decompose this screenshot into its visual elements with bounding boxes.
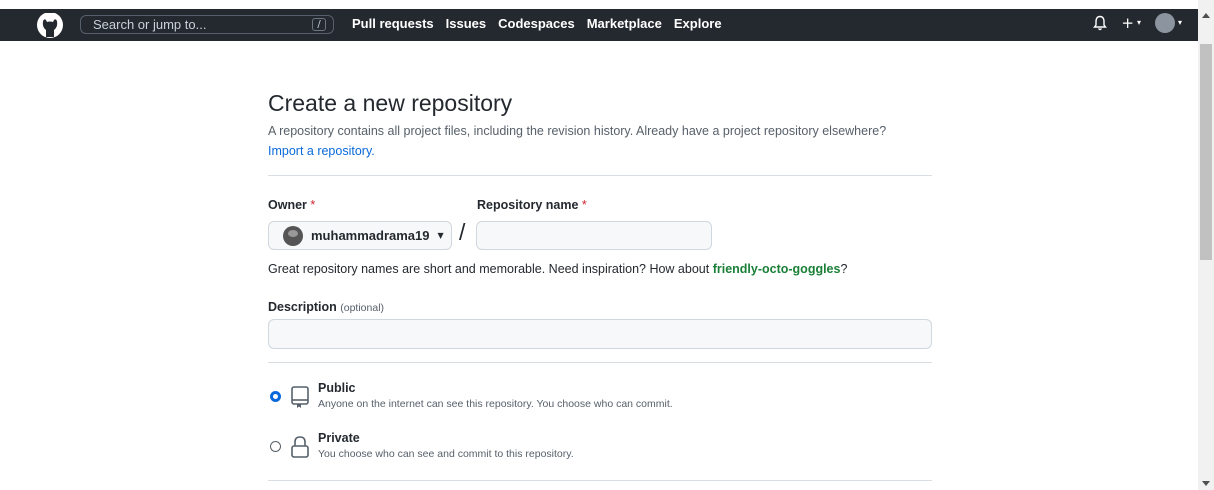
subtitle-text: A repository contains all project files,… <box>268 124 887 138</box>
optional-hint: (optional) <box>340 302 385 314</box>
scrollbar[interactable] <box>1198 0 1214 490</box>
description-input[interactable] <box>268 319 932 349</box>
required-mark: * <box>581 198 587 212</box>
scroll-up-arrow[interactable] <box>1202 13 1210 18</box>
owner-repo-separator: / <box>459 219 466 245</box>
suggestion-end: ? <box>840 262 848 276</box>
owner-label-text: Owner <box>268 198 307 212</box>
nav-codespaces[interactable]: Codespaces <box>498 15 575 33</box>
visibility-option-private[interactable]: Private You choose who can see and commi… <box>268 431 932 465</box>
visibility-option-public[interactable]: Public Anyone on the internet can see th… <box>268 381 932 415</box>
divider <box>268 480 932 481</box>
search-shortcut-key: / <box>312 18 326 31</box>
bell-icon[interactable] <box>1093 15 1108 31</box>
description-label-text: Description <box>268 300 337 314</box>
chevron-down-icon: ▾ <box>1136 18 1141 28</box>
divider <box>268 362 932 363</box>
plus-icon: + <box>1121 13 1134 32</box>
repository-name-label-text: Repository name <box>477 198 579 212</box>
page-subtitle: A repository contains all project files,… <box>268 121 932 161</box>
private-radio[interactable] <box>270 441 281 452</box>
repository-name-input[interactable] <box>476 221 712 250</box>
required-mark: * <box>310 198 316 212</box>
avatar <box>1154 13 1175 33</box>
global-header: Search or jump to... / Pull requests Iss… <box>0 9 1198 41</box>
owner-label: Owner * <box>268 198 315 212</box>
scroll-thumb[interactable] <box>1200 44 1212 260</box>
private-title: Private <box>318 431 360 445</box>
user-menu[interactable]: ▾ <box>1154 13 1182 33</box>
import-repository-link[interactable]: Import a repository. <box>268 144 375 158</box>
public-radio[interactable] <box>270 391 281 402</box>
lock-icon <box>291 436 309 458</box>
chevron-down-icon: ▼ <box>437 231 444 240</box>
repository-name-label: Repository name * <box>477 198 587 212</box>
search-placeholder: Search or jump to... <box>93 17 207 32</box>
header-nav: Pull requests Issues Codespaces Marketpl… <box>352 15 722 33</box>
avatar <box>283 225 303 246</box>
header-right: + ▾ ▾ <box>1093 13 1182 33</box>
suggestion-text: Great repository names are short and mem… <box>268 262 710 276</box>
page-title: Create a new repository <box>268 90 513 116</box>
nav-issues[interactable]: Issues <box>446 15 486 33</box>
suggested-name-link[interactable]: friendly-octo-goggles <box>713 262 841 276</box>
name-suggestion: Great repository names are short and mem… <box>268 262 847 276</box>
chevron-down-icon: ▾ <box>1177 18 1182 27</box>
nav-explore[interactable]: Explore <box>674 15 722 33</box>
scroll-down-arrow[interactable] <box>1202 481 1210 486</box>
create-new-menu[interactable]: + ▾ <box>1121 14 1141 33</box>
public-description: Anyone on the internet can see this repo… <box>318 398 673 410</box>
owner-dropdown[interactable]: muhammadrama19 ▼ <box>268 221 452 250</box>
public-title: Public <box>318 381 356 395</box>
private-description: You choose who can see and commit to thi… <box>318 448 574 460</box>
search-box[interactable]: Search or jump to... / <box>80 15 334 34</box>
owner-name: muhammadrama19 <box>311 228 430 243</box>
divider <box>268 175 932 176</box>
description-label: Description (optional) <box>268 300 384 314</box>
nav-pull-requests[interactable]: Pull requests <box>352 15 434 33</box>
top-strip <box>0 0 1198 9</box>
nav-marketplace[interactable]: Marketplace <box>587 15 662 33</box>
repo-icon <box>291 386 309 408</box>
github-logo-icon[interactable] <box>32 13 68 41</box>
